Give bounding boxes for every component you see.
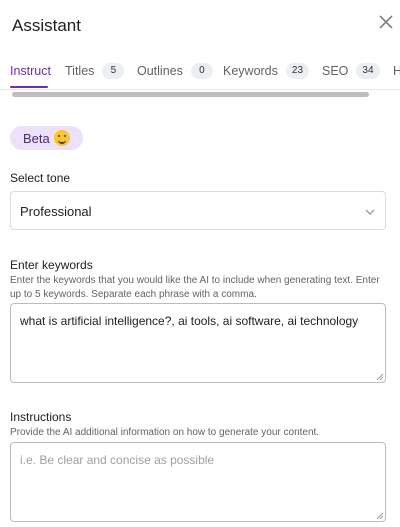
tab-bar: Instruct Titles 5 Outlines 0 Keywords 23…: [0, 52, 400, 90]
resize-grip-icon[interactable]: [376, 512, 384, 520]
tab-label: Outlines: [137, 64, 183, 78]
keywords-textarea[interactable]: what is artificial intelligence?, ai too…: [10, 303, 386, 383]
tone-label: Select tone: [10, 171, 71, 185]
tone-selected-value: Professional: [20, 204, 92, 219]
tone-select[interactable]: Professional: [10, 191, 386, 230]
close-icon[interactable]: [377, 13, 395, 31]
keywords-help-text: Enter the keywords that you would like t…: [10, 275, 380, 300]
tab-label: SEO: [322, 64, 349, 78]
panel-title: Assistant: [12, 16, 81, 35]
instructions-label: Instructions: [10, 410, 72, 424]
beta-badge: Beta: [10, 126, 83, 150]
tab-overflow-h[interactable]: H: [393, 52, 400, 90]
tab-count-badge: 0: [190, 63, 213, 79]
tab-titles[interactable]: Titles 5: [65, 52, 125, 90]
tab-label: H: [393, 64, 400, 78]
tabs-scrollbar-thumb[interactable]: [12, 92, 369, 97]
tab-count-badge: 34: [356, 63, 380, 79]
panel-header: Assistant: [0, 0, 400, 52]
resize-grip-icon[interactable]: [376, 373, 384, 381]
grinning-face-icon: [53, 130, 70, 146]
tab-instruct[interactable]: Instruct: [10, 52, 51, 90]
instructions-help-text: Provide the AI additional information on…: [10, 427, 320, 438]
tab-count-badge: 5: [102, 63, 125, 79]
tab-outlines[interactable]: Outlines 0: [137, 52, 213, 90]
tab-count-badge: 23: [285, 63, 310, 79]
tab-label: Keywords: [223, 64, 278, 78]
chevron-down-icon: [365, 209, 375, 215]
tab-keywords[interactable]: Keywords 23: [223, 52, 310, 90]
beta-label: Beta: [23, 130, 50, 146]
tab-seo[interactable]: SEO 34: [322, 52, 380, 90]
tabs-divider: [0, 89, 400, 90]
tab-label: Instruct: [10, 64, 51, 78]
active-tab-indicator: [10, 86, 48, 88]
keywords-label: Enter keywords: [10, 258, 93, 272]
tab-label: Titles: [65, 64, 95, 78]
instructions-textarea[interactable]: i.e. Be clear and concise as possible: [10, 442, 386, 522]
